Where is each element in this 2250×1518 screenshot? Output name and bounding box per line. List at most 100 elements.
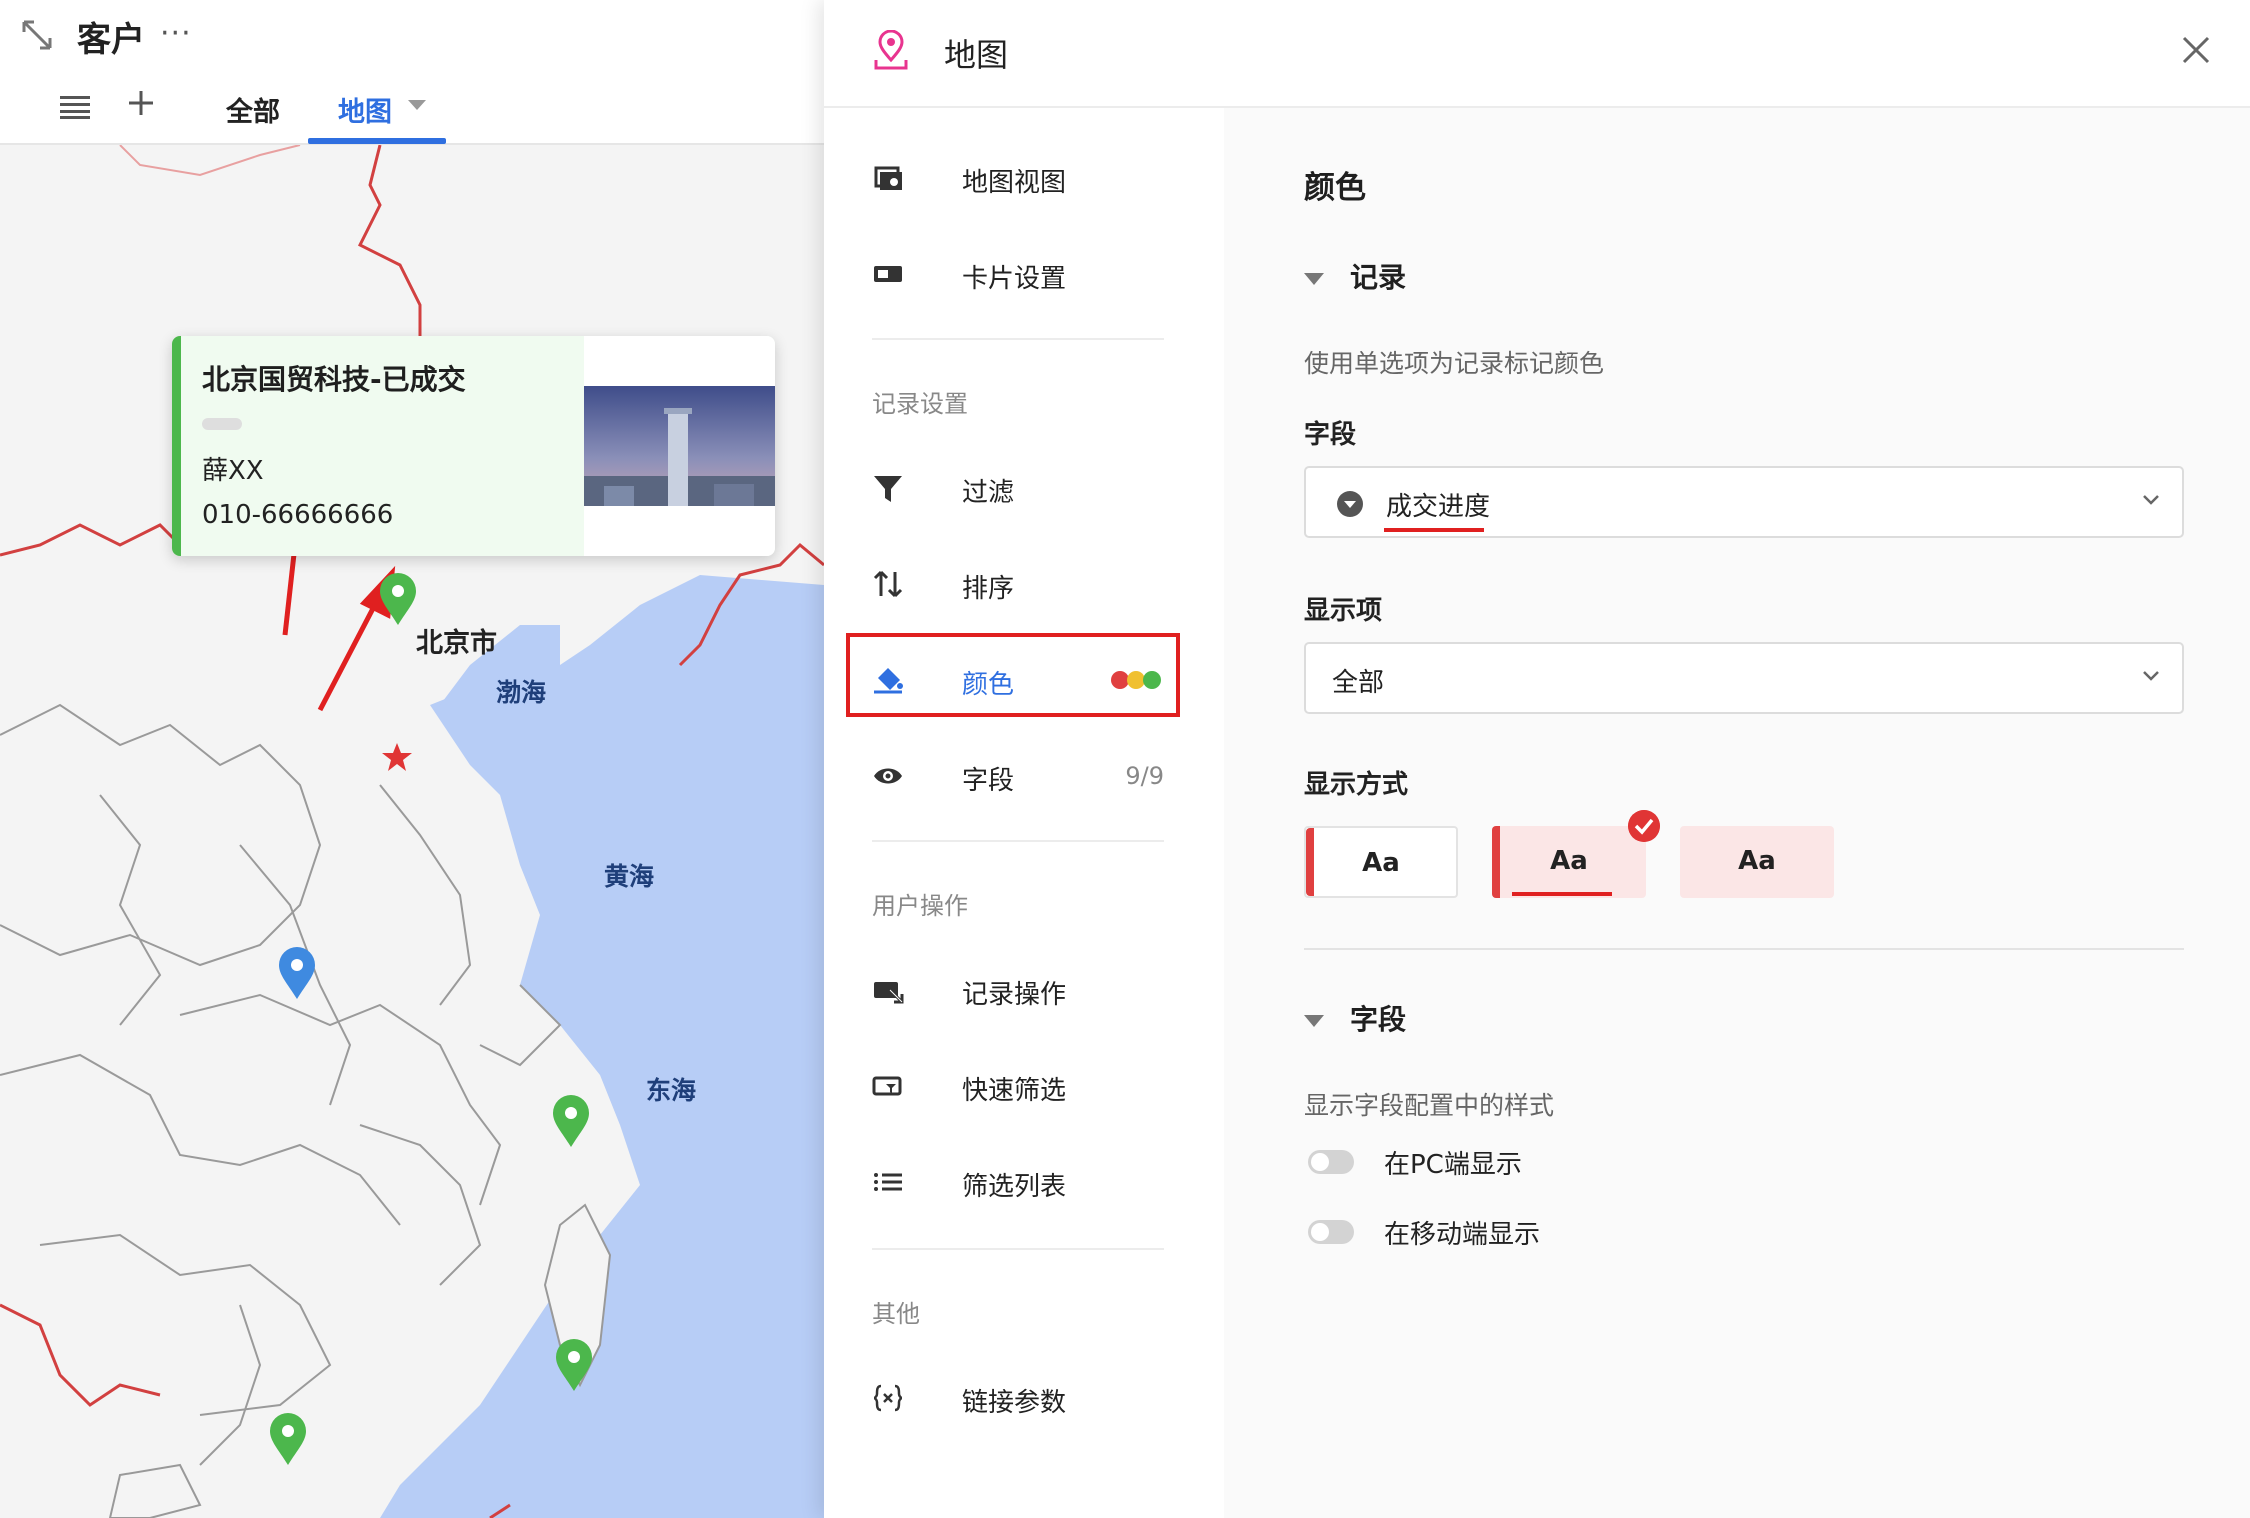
sidebar-item-map-view[interactable]: 地图视图 <box>872 152 1164 208</box>
pc-display-toggle[interactable] <box>1308 1150 1354 1174</box>
sidebar-item-fields[interactable]: 字段 9/9 <box>872 750 1164 806</box>
collapse-caret-icon <box>1304 1015 1324 1027</box>
display-select-value: 全部 <box>1332 668 1385 698</box>
sidebar-item-color[interactable]: 颜色 <box>872 654 1164 710</box>
record-phone: 010-66666666 <box>202 500 394 530</box>
eye-icon <box>874 768 902 784</box>
collapse-caret-icon <box>1304 273 1324 285</box>
chevron-down-icon <box>2143 495 2159 505</box>
sidebar-item-link-params[interactable]: 链接参数 <box>872 1372 1164 1428</box>
sidebar-item-label: 颜色 <box>962 670 1015 700</box>
record-card-popup[interactable]: 北京国贸科技-已成交 薛XX 010-66666666 <box>172 336 775 556</box>
tab-map[interactable]: 地图 <box>338 90 392 129</box>
sidebar-item-card-settings[interactable]: 卡片设置 <box>872 248 1164 304</box>
hainan-island <box>108 1463 202 1518</box>
field-description: 显示字段配置中的样式 <box>1304 1091 1555 1120</box>
quick-filter-icon <box>872 1076 902 1096</box>
display-mode-label: 显示方式 <box>1304 770 1409 800</box>
sidebar-item-record-action[interactable]: 记录操作 <box>872 964 1164 1020</box>
map-pin-icon[interactable] <box>554 1337 594 1393</box>
tab-dropdown-icon[interactable] <box>408 100 426 110</box>
map-pin-icon[interactable] <box>378 571 418 627</box>
annotation-underline <box>1512 892 1612 896</box>
sidebar-group-other: 其他 <box>872 1300 920 1328</box>
sort-icon <box>873 570 903 598</box>
status-color-bar <box>172 336 181 556</box>
settings-panel: 地图 地图视图 卡片设置 记录设置 过滤 排序 颜色 字段 9/9 用户操作 记… <box>824 0 2250 1518</box>
sidebar-item-filter-list[interactable]: 筛选列表 <box>872 1156 1164 1212</box>
capital-star-icon <box>382 743 412 771</box>
filter-icon <box>874 476 902 502</box>
list-icon <box>874 1173 902 1191</box>
pc-display-label: 在PC端显示 <box>1384 1150 1522 1180</box>
braces-icon <box>873 1384 903 1412</box>
app-root: { "header": { "title": "客户", "more": "··… <box>0 0 2250 1518</box>
field-label: 字段 <box>1304 420 1357 450</box>
status-pill <box>202 418 242 430</box>
record-action-icon <box>874 982 904 1004</box>
single-select-icon <box>1337 491 1363 517</box>
record-section-toggle[interactable]: 记录 <box>1304 256 1406 296</box>
display-mode-option-fill[interactable]: Aa <box>1680 826 1834 898</box>
map-view-icon <box>874 166 902 190</box>
sidebar-item-label: 过滤 <box>962 478 1015 508</box>
sidebar-item-label: 卡片设置 <box>962 264 1067 294</box>
option-preview-text: Aa <box>1362 848 1400 878</box>
menu-icon[interactable] <box>58 94 92 120</box>
sidebar-divider <box>872 840 1164 842</box>
display-label: 显示项 <box>1304 596 1383 626</box>
field-section-title: 字段 <box>1350 1003 1407 1036</box>
tab-all[interactable]: 全部 <box>226 90 280 129</box>
sidebar-item-filter[interactable]: 过滤 <box>872 462 1164 518</box>
sidebar-group-user: 用户操作 <box>872 892 968 920</box>
sidebar-item-label: 记录操作 <box>962 980 1067 1010</box>
color-settings-content: 颜色 记录 使用单选项为记录标记颜色 字段 成交进度 显示项 全部 显示方式 A… <box>1224 108 2250 1518</box>
record-image <box>584 336 775 556</box>
app-header: 客户 ··· 全部 地图 <box>0 0 824 145</box>
add-view-icon[interactable] <box>126 88 156 118</box>
display-mode-option-bar-tint[interactable]: Aa <box>1492 810 1660 898</box>
record-title: 北京国贸科技-已成交 <box>202 363 466 396</box>
field-count: 9/9 <box>1125 762 1164 790</box>
expand-icon[interactable] <box>20 18 54 52</box>
sidebar-item-label: 快速筛选 <box>962 1076 1067 1106</box>
sea-label-huanghai: 黄海 <box>604 862 655 891</box>
record-section-title: 记录 <box>1350 261 1407 294</box>
active-tab-indicator <box>308 138 446 144</box>
sidebar-item-sort[interactable]: 排序 <box>872 558 1164 614</box>
record-contact: 薛XX <box>202 456 264 486</box>
display-select[interactable]: 全部 <box>1304 642 2184 714</box>
more-icon[interactable]: ··· <box>160 16 192 51</box>
option-preview-text: Aa <box>1738 846 1776 876</box>
settings-sidebar: 地图视图 卡片设置 记录设置 过滤 排序 颜色 字段 9/9 用户操作 记录操作… <box>824 108 1224 1518</box>
sidebar-item-label: 链接参数 <box>962 1388 1067 1418</box>
map-canvas[interactable]: 渤海 黄海 东海 北京市 北京国贸科技-已成交 薛XX 010-66666666 <box>0 145 824 1518</box>
sidebar-item-label: 地图视图 <box>962 168 1067 198</box>
sidebar-group-record: 记录设置 <box>872 390 968 418</box>
map-pin-icon[interactable] <box>551 1093 591 1149</box>
sidebar-divider <box>872 338 1164 340</box>
card-icon <box>874 266 902 282</box>
mobile-display-toggle[interactable] <box>1308 1220 1354 1244</box>
sidebar-item-label: 筛选列表 <box>962 1172 1067 1202</box>
section-divider <box>1304 948 2184 950</box>
color-dots-icon <box>1111 671 1161 689</box>
page-title: 客户 <box>77 20 145 60</box>
field-section-toggle[interactable]: 字段 <box>1304 998 1406 1038</box>
field-select[interactable]: 成交进度 <box>1304 466 2184 538</box>
sidebar-item-label: 排序 <box>962 574 1015 604</box>
display-mode-option-bar[interactable]: Aa <box>1304 826 1458 898</box>
record-description: 使用单选项为记录标记颜色 <box>1304 349 1605 378</box>
map-pin-icon[interactable] <box>268 1411 308 1467</box>
sidebar-divider <box>872 1248 1164 1250</box>
map-pin-icon[interactable] <box>277 945 317 1001</box>
close-icon[interactable] <box>2180 34 2212 66</box>
panel-title: 地图 <box>944 36 1009 74</box>
option-preview-text: Aa <box>1550 846 1588 876</box>
paint-bucket-icon <box>874 668 903 694</box>
sidebar-item-label: 字段 <box>962 766 1015 796</box>
mobile-display-label: 在移动端显示 <box>1384 1220 1541 1250</box>
sidebar-item-quick-filter[interactable]: 快速筛选 <box>872 1060 1164 1116</box>
sea-label-bohai: 渤海 <box>496 678 547 707</box>
panel-header: 地图 <box>824 0 2250 108</box>
